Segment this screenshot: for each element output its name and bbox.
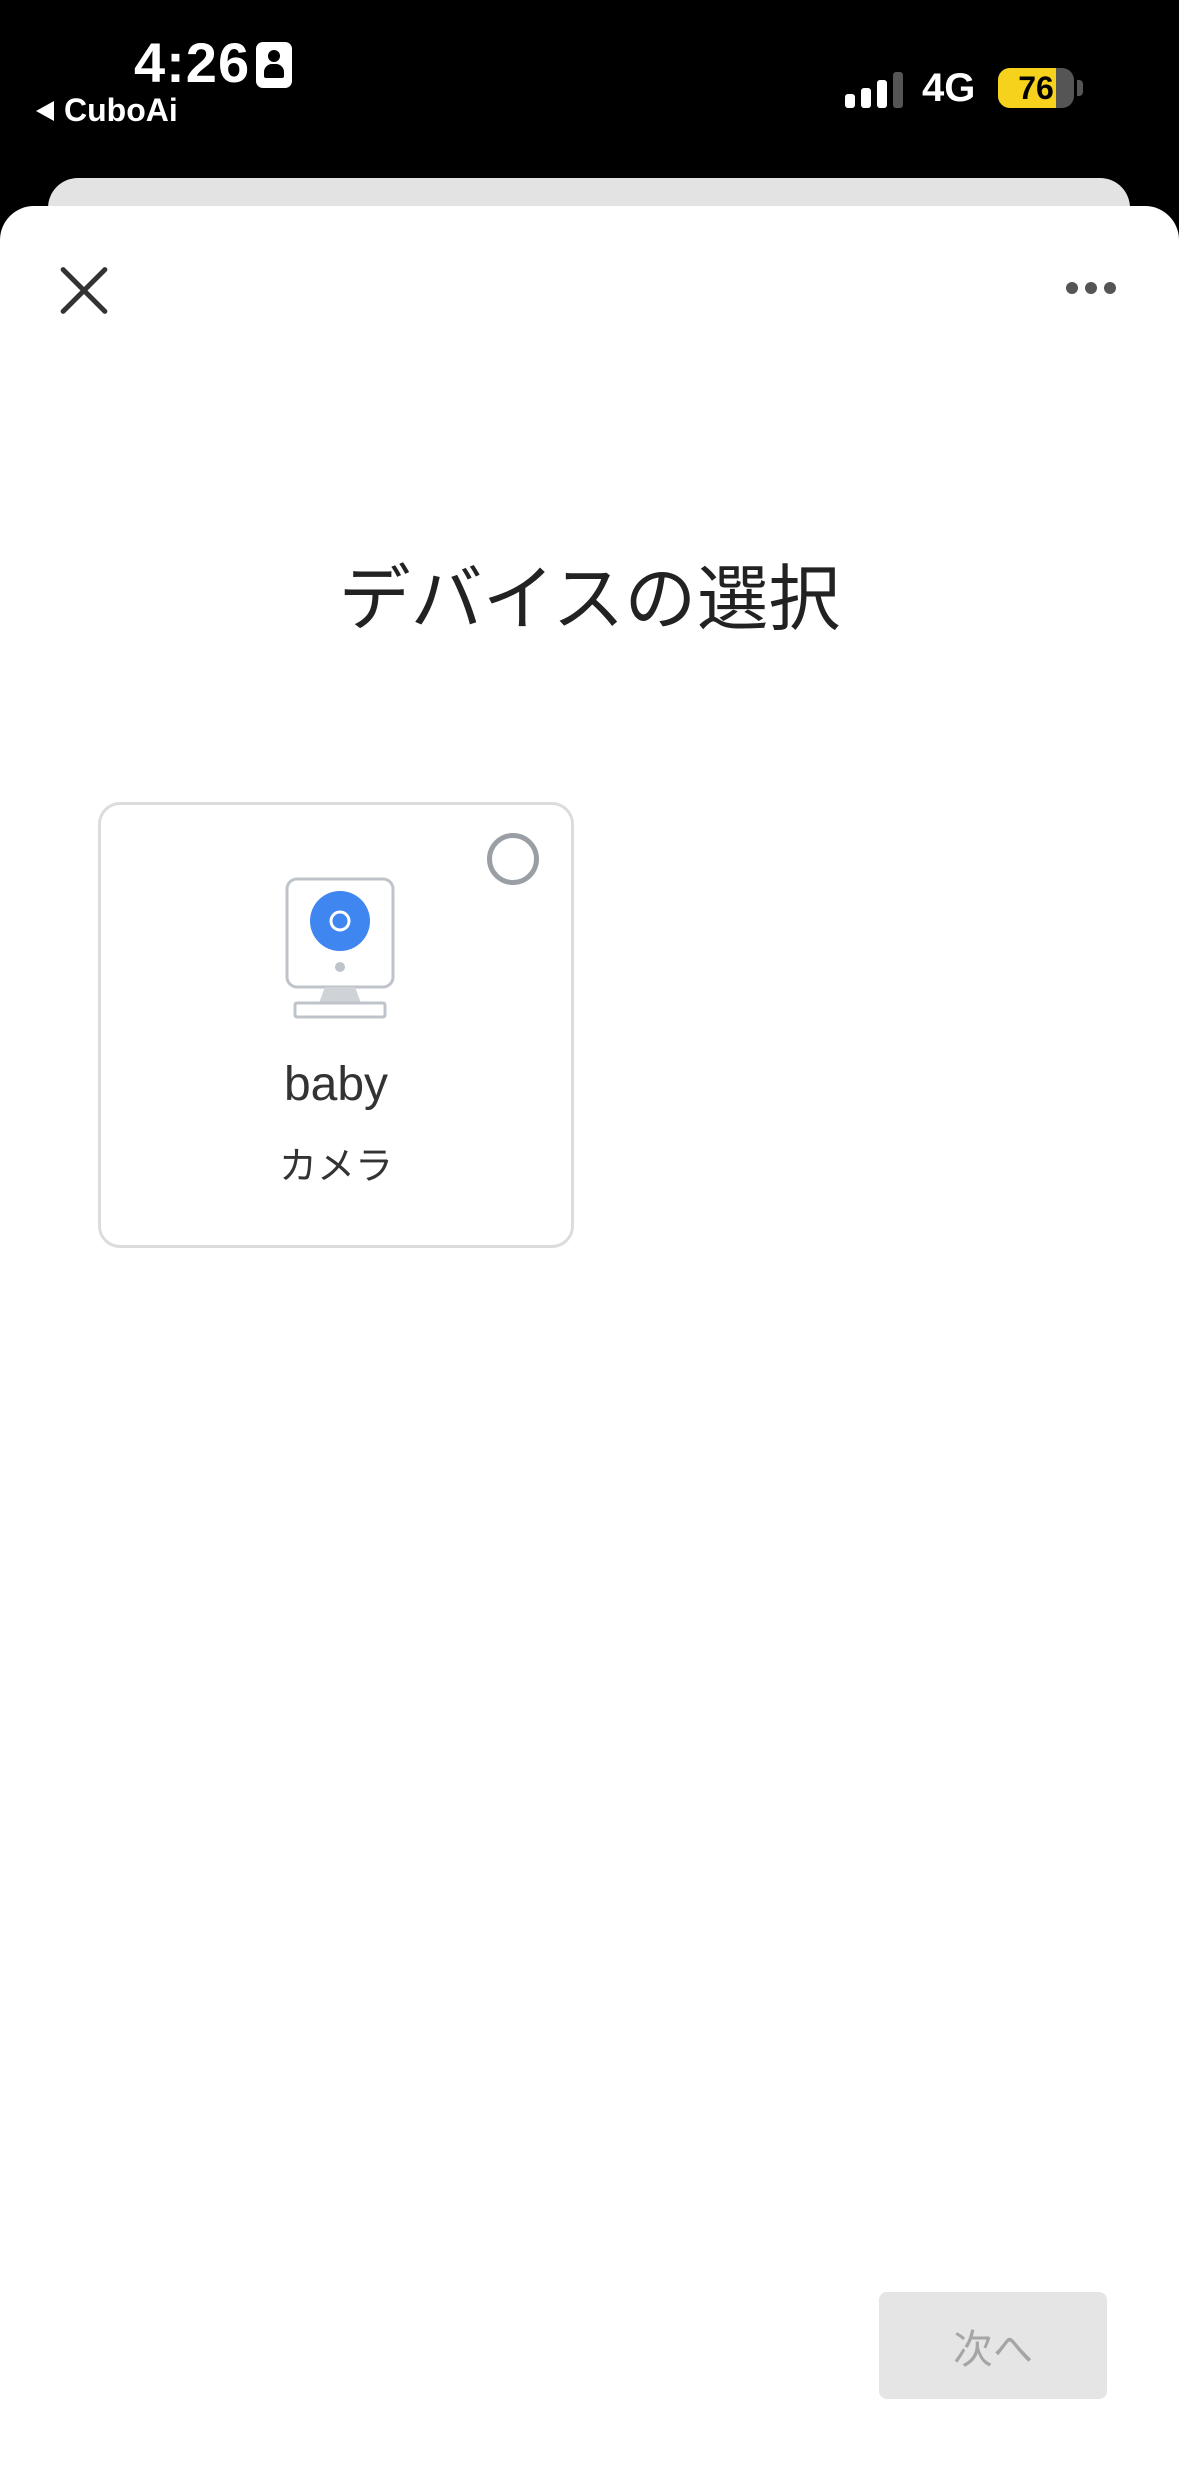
camera-icon (285, 877, 395, 1019)
id-badge-icon (256, 42, 292, 88)
back-app-label: CuboAi (64, 92, 178, 128)
close-icon[interactable] (58, 264, 110, 316)
device-card-baby[interactable]: baby カメラ (98, 802, 574, 1248)
network-type: 4G (922, 66, 976, 110)
back-triangle-icon (36, 100, 54, 121)
status-bar: 4:26 CuboAi 4G 76 (0, 0, 1179, 200)
next-button[interactable]: 次へ (879, 2292, 1107, 2399)
battery-icon: 76 (998, 68, 1074, 108)
battery-tip (1077, 80, 1083, 96)
cellular-signal-icon (845, 70, 903, 108)
device-type: カメラ (278, 1146, 393, 1188)
more-horizontal-icon[interactable] (1066, 282, 1116, 294)
page-title: デバイスの選択 (338, 560, 841, 640)
device-select-radio[interactable] (487, 833, 539, 885)
status-time: 4:26 (134, 31, 251, 94)
back-to-app-link[interactable]: CuboAi (36, 92, 178, 129)
device-name: baby (283, 1058, 389, 1111)
battery-percent: 76 (1018, 70, 1054, 106)
